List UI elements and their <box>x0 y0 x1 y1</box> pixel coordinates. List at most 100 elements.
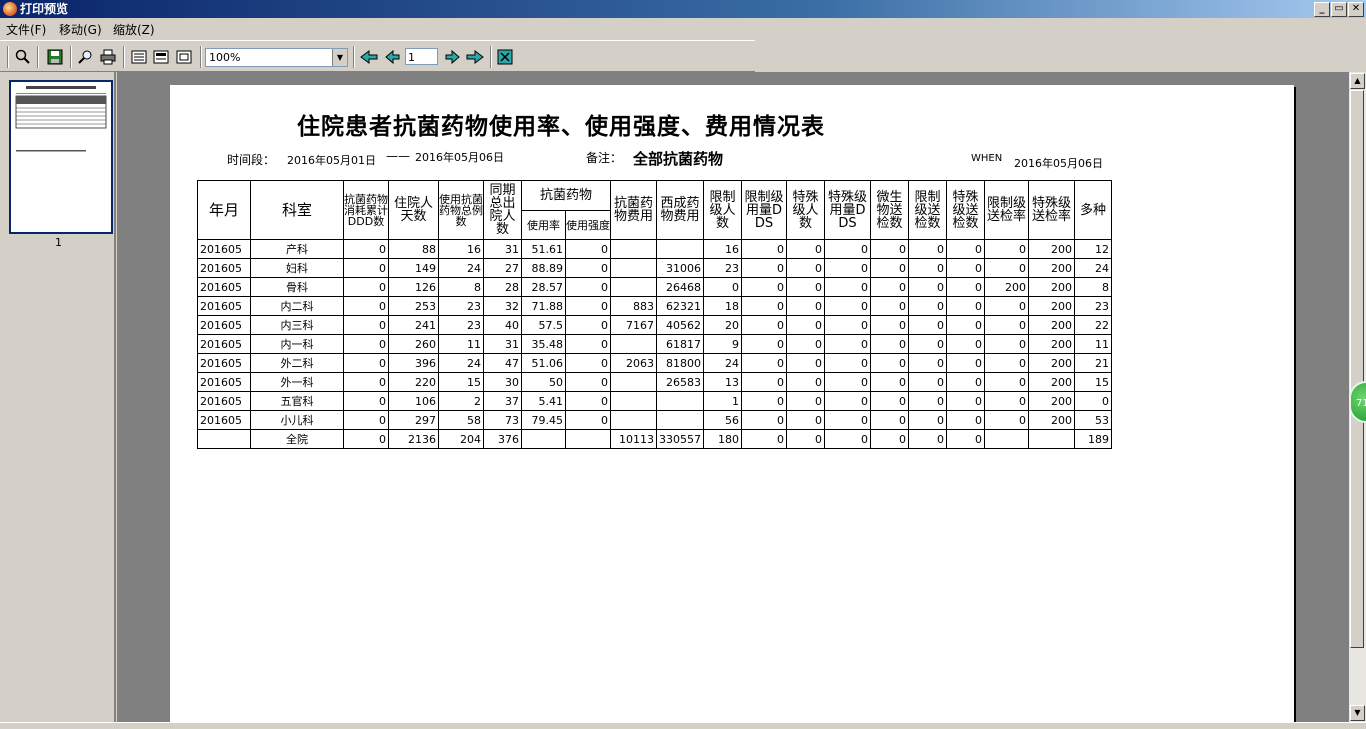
table-cell: 外一科 <box>250 372 344 392</box>
table-cell: 0 <box>908 372 947 392</box>
table-cell <box>656 410 704 430</box>
menu-file[interactable]: 文件(F) <box>6 21 46 38</box>
table-cell: 40 <box>483 315 522 335</box>
table-cell: 小儿科 <box>250 410 344 430</box>
table-cell <box>610 372 657 392</box>
magnifier-icon[interactable] <box>14 48 32 66</box>
scroll-up-icon[interactable]: ▲ <box>1350 73 1365 89</box>
table-row: 201605 妇科 0 149 24 27 88.89 0 31006 23 0 0 0 0 0 0 0 200 2… <box>197 258 1112 278</box>
header-special-tests: 特殊级送检数 <box>946 180 985 240</box>
header-restricted-tests: 限制级送检数 <box>908 180 947 240</box>
table-cell: 0 <box>946 315 985 335</box>
total-cell <box>197 429 251 449</box>
table-cell: 0 <box>343 391 389 411</box>
table-cell: 0 <box>343 296 389 316</box>
table-cell: 0 <box>703 277 742 297</box>
table-cell: 0 <box>946 334 985 354</box>
zoom-select[interactable]: 100% ▼ <box>205 48 348 67</box>
table-cell: 五官科 <box>250 391 344 411</box>
menu-bar: 文件(F) 移动(G) 缩放(Z) <box>0 18 1366 38</box>
chevron-down-icon[interactable]: ▼ <box>332 49 347 66</box>
find-icon[interactable] <box>77 48 95 66</box>
table-cell: 0 <box>946 296 985 316</box>
exit-preview-icon[interactable] <box>496 48 514 66</box>
table-cell: 0 <box>786 258 825 278</box>
table-cell: 11 <box>438 334 484 354</box>
menu-move[interactable]: 移动(G) <box>59 21 102 38</box>
table-cell: 5.41 <box>521 391 566 411</box>
table-cell: 0 <box>824 334 871 354</box>
table-cell: 15 <box>438 372 484 392</box>
first-page-icon[interactable] <box>360 48 378 66</box>
table-cell: 15 <box>1074 372 1112 392</box>
next-page-icon[interactable] <box>443 48 461 66</box>
last-page-icon[interactable] <box>466 48 484 66</box>
period-start: 2016年05月01日 <box>287 154 376 167</box>
table-cell: 31 <box>483 334 522 354</box>
page-number-input[interactable]: 1 <box>405 48 438 65</box>
window-title: 打印预览 <box>20 2 69 16</box>
table-cell: 0 <box>908 334 947 354</box>
period-end: 2016年05月06日 <box>415 151 504 164</box>
page-thumbnail[interactable] <box>9 80 113 234</box>
table-cell: 200 <box>1028 258 1075 278</box>
table-cell: 0 <box>946 277 985 297</box>
properties-icon[interactable] <box>175 48 193 66</box>
page-setup-icon[interactable] <box>152 48 170 66</box>
table-cell: 16 <box>438 239 484 259</box>
table-cell: 0 <box>946 410 985 430</box>
total-cell: 0 <box>946 429 985 449</box>
table-cell: 0 <box>870 239 909 259</box>
table-cell: 200 <box>1028 372 1075 392</box>
table-cell: 220 <box>388 372 439 392</box>
minimize-button[interactable]: _ <box>1314 2 1330 17</box>
header-usage-intensity: 使用强度 <box>565 210 611 240</box>
table-row: 201605 外一科 0 220 15 30 50 0 26583 13 0 0 0 0 0 0 0 200 15 <box>197 372 1112 392</box>
page-layout-icon[interactable] <box>130 48 148 66</box>
table-cell: 0 <box>908 277 947 297</box>
print-icon[interactable] <box>99 48 117 66</box>
table-cell: 0 <box>824 372 871 392</box>
table-cell: 200 <box>1028 296 1075 316</box>
table-cell: 26468 <box>656 277 704 297</box>
table-cell: 2063 <box>610 353 657 373</box>
table-cell: 0 <box>565 277 611 297</box>
when-value: 2016年05月06日 <box>1014 157 1103 170</box>
table-cell: 0 <box>565 296 611 316</box>
table-cell: 0 <box>565 410 611 430</box>
table-cell: 200 <box>1028 391 1075 411</box>
table-cell: 0 <box>741 372 787 392</box>
table-cell: 22 <box>1074 315 1112 335</box>
table-cell: 260 <box>388 334 439 354</box>
table-cell: 0 <box>870 296 909 316</box>
table-cell: 47 <box>483 353 522 373</box>
scrollbar-thumb[interactable] <box>1350 90 1364 648</box>
report-page: 住院患者抗菌药物使用率、使用强度、费用情况表 时间段： 2016年05月01日 … <box>170 85 1294 722</box>
table-cell: 0 <box>870 315 909 335</box>
table-cell: 0 <box>565 334 611 354</box>
save-icon[interactable] <box>46 48 64 66</box>
table-cell: 62321 <box>656 296 704 316</box>
header-special-dds: 特殊级用量DDS <box>824 180 871 240</box>
menu-zoom[interactable]: 缩放(Z) <box>113 21 155 38</box>
close-button[interactable]: ✕ <box>1348 2 1364 17</box>
period-separator: —— <box>386 149 410 163</box>
prev-page-icon[interactable] <box>384 48 402 66</box>
table-cell: 11 <box>1074 334 1112 354</box>
scroll-down-icon[interactable]: ▼ <box>1350 705 1365 721</box>
toolbar-separator <box>37 46 39 68</box>
table-cell: 0 <box>824 296 871 316</box>
restore-button[interactable]: ▭ <box>1331 2 1347 17</box>
table-cell: 201605 <box>197 315 251 335</box>
table-cell: 241 <box>388 315 439 335</box>
table-cell: 0 <box>565 239 611 259</box>
table-cell: 88 <box>388 239 439 259</box>
table-cell: 0 <box>870 391 909 411</box>
total-cell: 2136 <box>388 429 439 449</box>
table-cell: 8 <box>438 277 484 297</box>
table-cell: 0 <box>946 391 985 411</box>
total-cell: 0 <box>741 429 787 449</box>
toolbar-separator <box>353 46 355 68</box>
table-cell: 0 <box>786 353 825 373</box>
table-cell: 201605 <box>197 258 251 278</box>
